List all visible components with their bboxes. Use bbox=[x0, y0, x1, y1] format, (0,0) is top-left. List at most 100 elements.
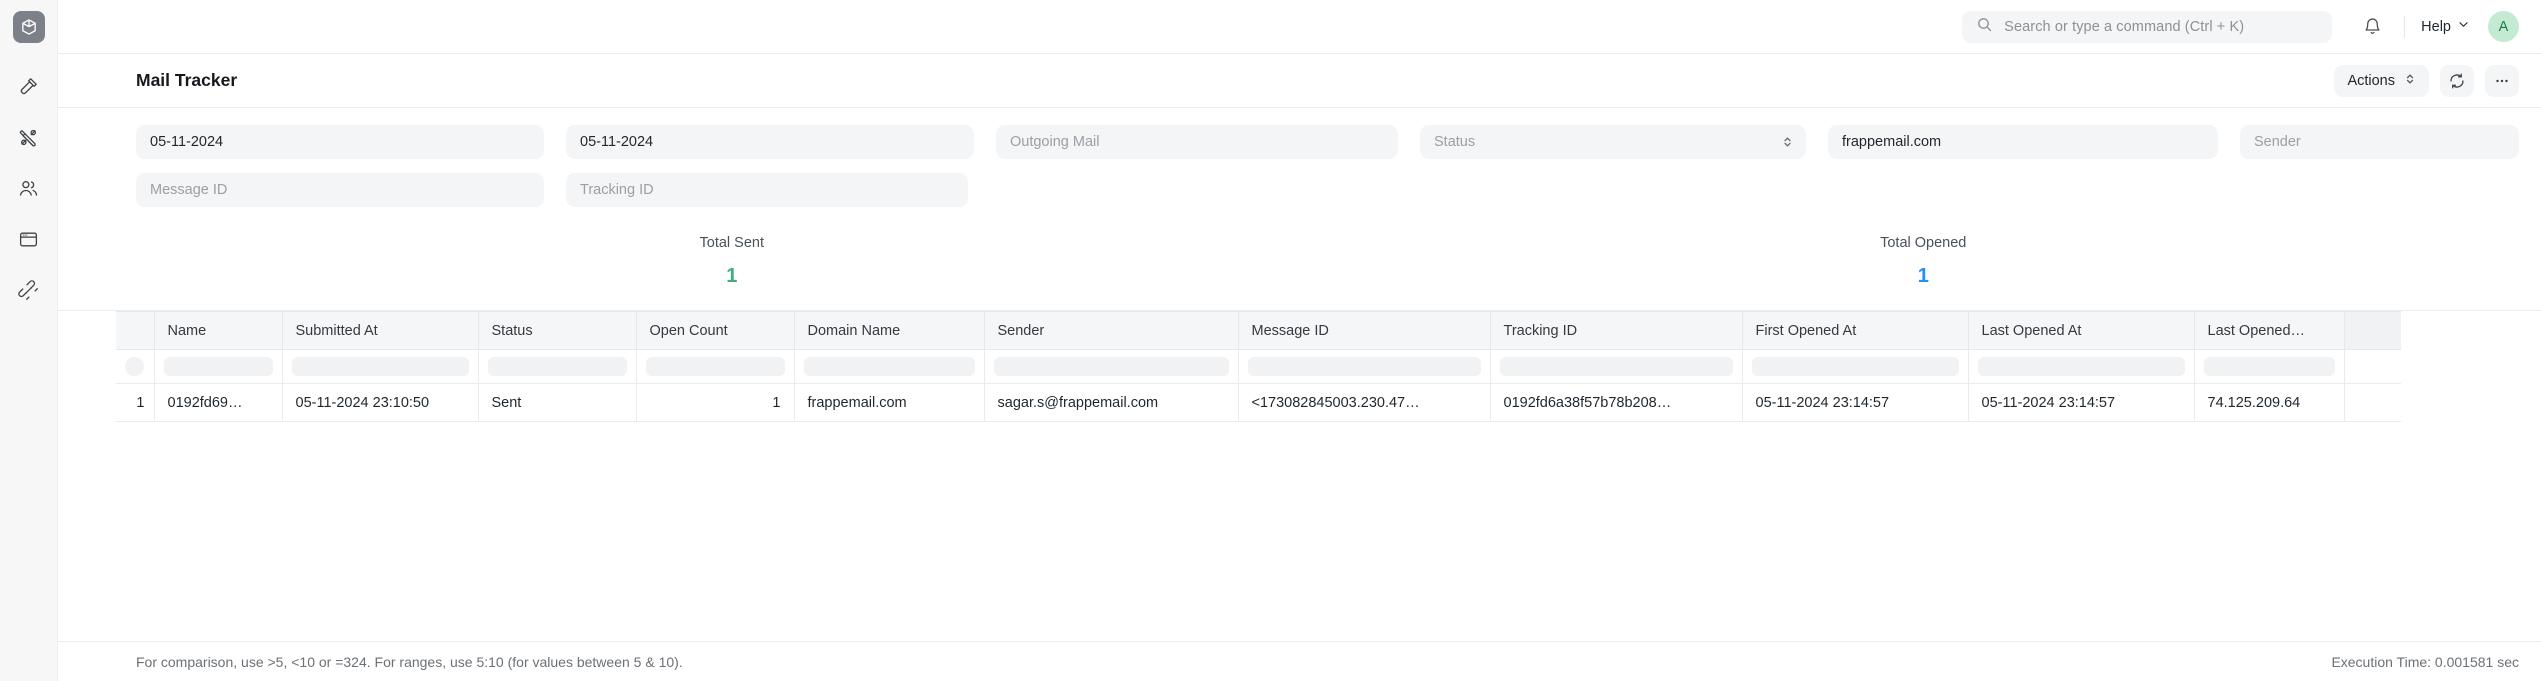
column-header[interactable]: Tracking ID bbox=[1490, 311, 1743, 350]
cell-status: Sent bbox=[478, 383, 637, 422]
cell-tracking-id: 0192fd6a38f57b78b208… bbox=[1490, 383, 1743, 422]
sender-field[interactable]: Sender bbox=[2240, 125, 2519, 159]
table-row[interactable]: 1 0192fd69… 05-11-2024 23:10:50 Sent 1 f… bbox=[116, 383, 2401, 422]
filter-row-2: Message ID Tracking ID bbox=[136, 173, 2519, 207]
filter-cell[interactable] bbox=[1490, 349, 1743, 384]
actions-button[interactable]: Actions bbox=[2334, 64, 2429, 97]
domain-name-field[interactable]: frappemail.com bbox=[1828, 125, 2218, 159]
tracking-id-placeholder: Tracking ID bbox=[580, 182, 654, 198]
stat-value: 1 bbox=[726, 265, 738, 287]
filter-area: 05-11-2024 05-11-2024 Outgoing Mail Stat… bbox=[58, 108, 2541, 221]
message-id-field[interactable]: Message ID bbox=[136, 173, 544, 207]
column-header[interactable]: Domain Name bbox=[794, 311, 985, 350]
outgoing-mail-field[interactable]: Outgoing Mail bbox=[996, 125, 1398, 159]
domain-name-value: frappemail.com bbox=[1842, 134, 1942, 150]
column-header[interactable]: Status bbox=[478, 311, 637, 350]
left-sidebar bbox=[0, 0, 58, 681]
results-table: Name Submitted At Status Open Count Doma… bbox=[58, 311, 2541, 641]
hammer-icon[interactable] bbox=[12, 69, 46, 103]
execution-time: Execution Time: 0.001581 sec bbox=[2331, 653, 2519, 670]
help-menu[interactable]: Help bbox=[2421, 18, 2470, 35]
filter-cell[interactable] bbox=[2194, 349, 2345, 384]
header-actions: Actions bbox=[2334, 64, 2519, 97]
avatar[interactable]: A bbox=[2488, 11, 2519, 42]
bell-icon[interactable] bbox=[2356, 11, 2388, 43]
stat-label: Total Opened bbox=[1880, 235, 1967, 251]
stat-value: 1 bbox=[1917, 265, 1929, 287]
sender-placeholder: Sender bbox=[2254, 134, 2301, 150]
cell-open-count: 1 bbox=[636, 383, 795, 422]
column-filter-row bbox=[116, 349, 2401, 384]
filter-cell[interactable] bbox=[154, 349, 283, 384]
from-date-value: 05-11-2024 bbox=[150, 134, 224, 150]
stat-label: Total Sent bbox=[699, 235, 765, 251]
ellipsis-icon[interactable] bbox=[2485, 64, 2519, 97]
filter-cell-spacer bbox=[2344, 349, 2401, 384]
divider bbox=[2404, 15, 2406, 38]
chevron-down-icon bbox=[2457, 18, 2470, 35]
column-header-spacer bbox=[2344, 311, 2401, 350]
column-header[interactable]: Message ID bbox=[1238, 311, 1491, 350]
filter-cell[interactable] bbox=[116, 349, 155, 384]
column-header[interactable]: Open Count bbox=[636, 311, 795, 350]
users-icon[interactable] bbox=[12, 171, 46, 205]
avatar-initial: A bbox=[2498, 18, 2509, 35]
search-input[interactable]: Search or type a command (Ctrl + K) bbox=[1962, 10, 2333, 43]
cell-submitted-at: 05-11-2024 23:10:50 bbox=[282, 383, 479, 422]
cell-sender: sagar.s@frappemail.com bbox=[984, 383, 1239, 422]
page-title: Mail Tracker bbox=[136, 70, 238, 90]
column-header[interactable]: First Opened At bbox=[1742, 311, 1969, 350]
chevron-updown-icon bbox=[2404, 72, 2416, 90]
comparison-hint: For comparison, use >5, <10 or =324. For… bbox=[136, 653, 683, 670]
cube-logo-icon[interactable] bbox=[12, 11, 45, 43]
column-header[interactable]: Last Opened… bbox=[2194, 311, 2345, 350]
search-icon bbox=[1976, 16, 1993, 38]
cell-spacer bbox=[2344, 383, 2401, 422]
filter-row-1: 05-11-2024 05-11-2024 Outgoing Mail Stat… bbox=[136, 125, 2519, 159]
column-header[interactable]: Sender bbox=[984, 311, 1239, 350]
filter-cell[interactable] bbox=[984, 349, 1239, 384]
connect-icon[interactable] bbox=[12, 273, 46, 307]
cell-first-opened-at: 05-11-2024 23:14:57 bbox=[1742, 383, 1969, 422]
from-date-field[interactable]: 05-11-2024 bbox=[136, 125, 544, 159]
filter-cell[interactable] bbox=[1742, 349, 1969, 384]
outgoing-mail-placeholder: Outgoing Mail bbox=[1010, 134, 1100, 150]
filter-cell[interactable] bbox=[478, 349, 637, 384]
help-label: Help bbox=[2421, 18, 2451, 35]
tools-icon[interactable] bbox=[12, 120, 46, 154]
column-header[interactable]: Name bbox=[154, 311, 283, 350]
window-icon[interactable] bbox=[12, 222, 46, 256]
column-header-index bbox=[116, 311, 155, 350]
top-bar: Search or type a command (Ctrl + K) Help… bbox=[58, 0, 2541, 54]
cell-name[interactable]: 0192fd69… bbox=[154, 383, 283, 422]
to-date-field[interactable]: 05-11-2024 bbox=[566, 125, 974, 159]
cell-message-id: <173082845003.230.47… bbox=[1238, 383, 1491, 422]
filter-cell[interactable] bbox=[282, 349, 479, 384]
status-select[interactable]: Status bbox=[1420, 125, 1806, 159]
cell-last-opened-ip: 74.125.209.64 bbox=[2194, 383, 2345, 422]
filter-cell[interactable] bbox=[1968, 349, 2195, 384]
table-header-row: Name Submitted At Status Open Count Doma… bbox=[116, 311, 2401, 350]
row-index: 1 bbox=[116, 383, 155, 422]
actions-label: Actions bbox=[2347, 72, 2395, 89]
to-date-value: 05-11-2024 bbox=[580, 134, 654, 150]
footer: For comparison, use >5, <10 or =324. For… bbox=[58, 641, 2541, 681]
column-header[interactable]: Submitted At bbox=[282, 311, 479, 350]
filter-cell[interactable] bbox=[636, 349, 795, 384]
stats-row: Total Sent 1 Total Opened 1 bbox=[58, 221, 2541, 311]
cell-last-opened-at: 05-11-2024 23:14:57 bbox=[1968, 383, 2195, 422]
chevron-updown-icon bbox=[1782, 135, 1793, 149]
stat-total-sent: Total Sent 1 bbox=[136, 235, 1328, 288]
main-area: Search or type a command (Ctrl + K) Help… bbox=[58, 0, 2541, 681]
cell-domain-name: frappemail.com bbox=[794, 383, 985, 422]
app-root: Search or type a command (Ctrl + K) Help… bbox=[0, 0, 2541, 681]
status-placeholder: Status bbox=[1434, 134, 1476, 150]
filter-cell[interactable] bbox=[794, 349, 985, 384]
filter-cell[interactable] bbox=[1238, 349, 1491, 384]
message-id-placeholder: Message ID bbox=[150, 182, 228, 198]
tracking-id-field[interactable]: Tracking ID bbox=[566, 173, 968, 207]
column-header[interactable]: Last Opened At bbox=[1968, 311, 2195, 350]
page-header: Mail Tracker Actions bbox=[58, 54, 2541, 108]
refresh-icon[interactable] bbox=[2440, 64, 2474, 97]
stat-total-opened: Total Opened 1 bbox=[1328, 235, 2520, 288]
